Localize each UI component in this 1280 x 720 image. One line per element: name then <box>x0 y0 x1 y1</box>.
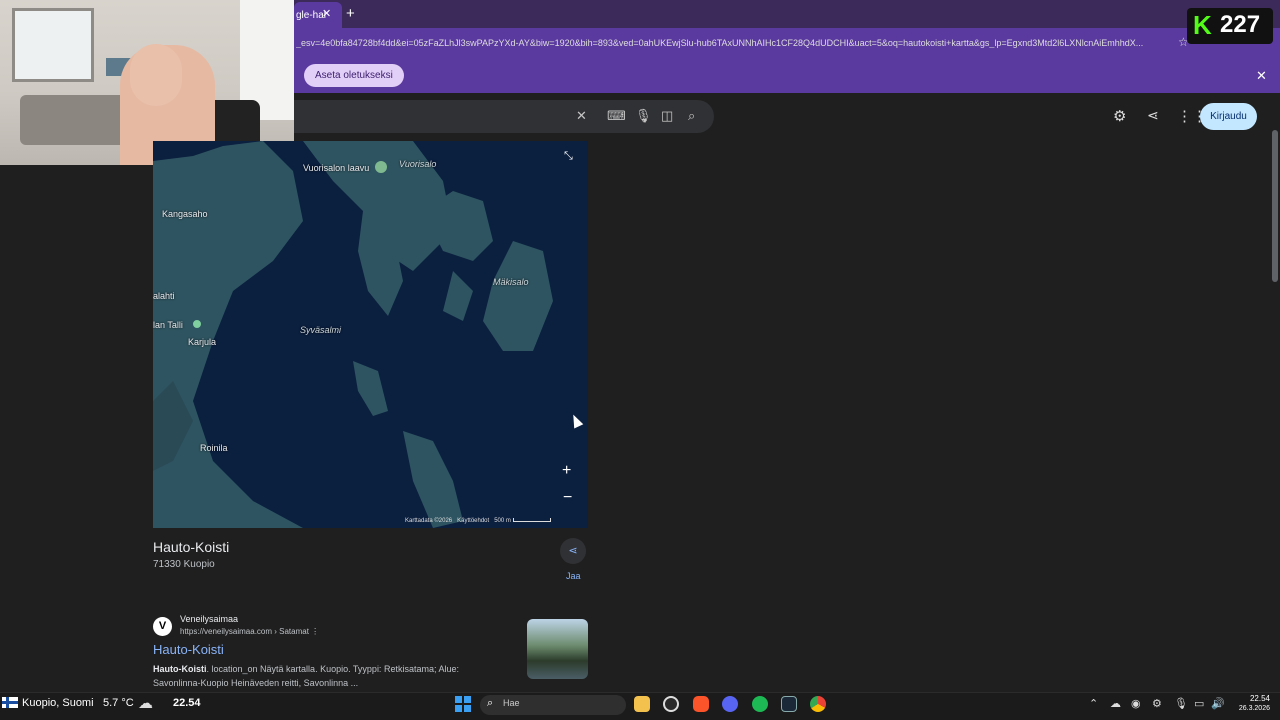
place-title: Hauto-Koisti <box>153 539 230 555</box>
mic-icon[interactable]: 🎙 <box>1174 697 1188 710</box>
map-label-vuorisalo: Vuorisalo <box>399 159 437 169</box>
map-label-talli[interactable]: lan Talli <box>153 320 183 330</box>
map[interactable]: Vuorisalon laavu Vuorisalo Kangasaho Mäk… <box>153 141 588 528</box>
campsite-marker-icon[interactable] <box>375 161 387 173</box>
map-label-syvasalmi: Syväsalmi <box>300 325 342 335</box>
search-icon: ⌕ <box>487 697 494 709</box>
map-label-lahti: alahti <box>153 291 175 301</box>
discord-icon[interactable] <box>722 696 738 712</box>
gear-icon[interactable]: ⚙ <box>1113 107 1126 125</box>
map-scale: 500 m <box>494 518 511 524</box>
result-thumbnail[interactable] <box>527 619 588 679</box>
taskbar-location[interactable]: Kuopio, Suomi <box>22 697 94 709</box>
result-title-link[interactable]: Hauto-Koisti <box>153 642 224 657</box>
viewer-count: 227 <box>1220 11 1261 38</box>
result-url[interactable]: https://veneilysaimaa.com › Satamat ⋮ <box>180 627 319 636</box>
microphone-icon[interactable]: 🎙 <box>635 108 652 124</box>
webcam-head-shape <box>130 44 182 106</box>
kick-logo: K <box>1193 10 1212 40</box>
map-label-makisalo: Mäkisalo <box>493 277 529 287</box>
scrollbar-thumb[interactable] <box>1272 130 1278 282</box>
site-logo-icon: V <box>153 617 172 636</box>
steam-icon[interactable] <box>781 696 797 712</box>
search-icon[interactable]: ⌕ <box>688 108 695 124</box>
share-label[interactable]: Jaa <box>566 571 581 581</box>
network-icon[interactable]: ▭ <box>1194 697 1204 710</box>
clock-time[interactable]: 22.54 <box>1240 694 1270 703</box>
map-footer: Karttadata ©2026 Käyttöehdot 500 m <box>405 518 551 524</box>
map-label-roinila: Roinila <box>200 443 228 453</box>
share-button[interactable]: ⋖ <box>560 538 586 564</box>
chevron-up-icon[interactable]: ⌃ <box>1089 697 1098 710</box>
zoom-in-button[interactable]: + <box>562 462 571 480</box>
file-explorer-icon[interactable] <box>634 696 650 712</box>
active-tab[interactable]: gle-hal <box>294 2 342 28</box>
map-terms-link[interactable]: Käyttöehdot <box>457 518 489 524</box>
onedrive-icon[interactable]: ☁ <box>1110 697 1121 710</box>
webcam-window-shape <box>12 8 94 82</box>
result-description: Hauto-Koisti. location_on Näytä kartalla… <box>153 664 459 688</box>
map-label-karjula: Karjula <box>188 337 217 347</box>
keyboard-icon[interactable]: ⌨ <box>607 108 626 124</box>
clear-icon[interactable]: ✕ <box>576 108 587 124</box>
map-label-kangasaho: Kangasaho <box>162 209 208 219</box>
clock-date[interactable]: 26.3.2026 <box>1226 705 1270 712</box>
finland-flag-icon <box>2 697 18 708</box>
infobar-close-icon[interactable]: ✕ <box>1256 68 1267 84</box>
map-land-shapes <box>153 141 553 528</box>
map-label-vuorisalon-laavu[interactable]: Vuorisalon laavu <box>303 163 369 173</box>
place-marker-icon[interactable] <box>191 318 203 330</box>
steam-tray-icon[interactable]: ⚙ <box>1152 697 1162 710</box>
share-icon[interactable]: ⋖ <box>1147 107 1159 124</box>
collapse-map-icon[interactable]: ⤡ <box>564 150 573 163</box>
volume-icon[interactable]: 🔊 <box>1211 697 1225 710</box>
spotify-icon[interactable] <box>752 696 768 712</box>
tray-app-icon[interactable]: ◉ <box>1131 697 1141 710</box>
taskbar-search-placeholder: Hae <box>503 698 520 708</box>
map-scale-bar <box>512 518 551 523</box>
brave-icon[interactable] <box>693 696 709 712</box>
map-attribution: Karttadata ©2026 <box>405 518 453 524</box>
result-site-name[interactable]: Veneilysaimaa <box>180 614 238 624</box>
taskbar-temperature[interactable]: 5.7 °C <box>103 697 134 709</box>
taskbar-time-left: 22.54 <box>173 697 201 709</box>
app-icon[interactable] <box>663 696 679 712</box>
webcam-couch-shape <box>20 95 130 145</box>
windows-start-icon[interactable] <box>455 696 471 712</box>
url-field[interactable]: _esv=4e0bfa84728bf4dd&ei=05zFaZLhJl3swPA… <box>296 38 1171 48</box>
tab-close-icon[interactable]: ✕ <box>322 7 331 20</box>
taskbar-search-input[interactable] <box>480 695 626 715</box>
lens-icon[interactable]: ◫ <box>661 108 673 124</box>
chrome-icon[interactable] <box>810 696 826 712</box>
place-address: 71330 Kuopio <box>153 559 215 570</box>
cloud-icon[interactable]: ☁ <box>138 694 153 712</box>
zoom-out-button[interactable]: − <box>563 489 572 507</box>
new-tab-icon[interactable]: + <box>346 5 355 22</box>
set-default-button[interactable]: Aseta oletukseksi <box>304 64 404 87</box>
signin-button[interactable]: Kirjaudu <box>1200 103 1257 130</box>
